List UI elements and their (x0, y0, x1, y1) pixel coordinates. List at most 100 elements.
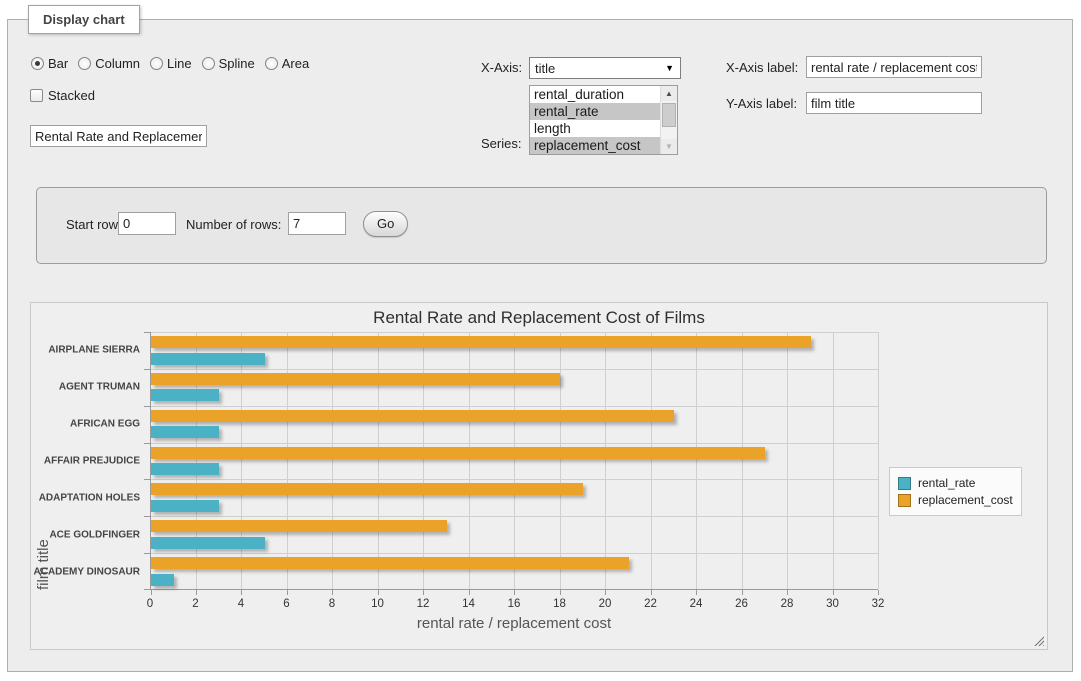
x-axis-tick (651, 590, 652, 595)
category-label: AFFAIR PREJUDICE (44, 456, 140, 467)
bar-rental_rate[interactable] (151, 389, 219, 401)
chart-title-input[interactable] (30, 125, 207, 147)
x-axis-selected-value: title (535, 61, 555, 76)
stacked-checkbox[interactable] (30, 89, 43, 102)
bar-replacement_cost[interactable] (151, 520, 447, 532)
y-axis-tick (144, 553, 150, 554)
resize-handle-icon[interactable] (1033, 635, 1044, 646)
stacked-label: Stacked (48, 88, 95, 103)
gridline-vertical (196, 332, 197, 589)
x-tick-label: 12 (417, 598, 430, 610)
radio-icon[interactable] (78, 57, 91, 70)
num-rows-input[interactable] (288, 212, 346, 235)
gridline-horizontal (151, 369, 878, 370)
gridline-horizontal (151, 406, 878, 407)
start-row-input[interactable] (118, 212, 176, 235)
x-axis-label-label: X-Axis label: (726, 60, 798, 75)
gridline-vertical (469, 332, 470, 589)
gridline-vertical (423, 332, 424, 589)
x-axis-tick (742, 590, 743, 595)
radio-icon[interactable] (150, 57, 163, 70)
gridline-horizontal (151, 516, 878, 517)
x-tick-label: 24 (690, 598, 703, 610)
x-axis-select-label: X-Axis: (481, 60, 522, 75)
x-tick-label: 2 (192, 598, 198, 610)
bar-rental_rate[interactable] (151, 426, 219, 438)
scroll-up-icon[interactable]: ▲ (661, 86, 677, 101)
chart-type-radio-area[interactable]: Area (265, 56, 309, 71)
x-tick-label: 22 (644, 598, 657, 610)
x-axis-tick (514, 590, 515, 595)
bar-replacement_cost[interactable] (151, 447, 765, 459)
x-axis-title: rental rate / replacement cost (150, 615, 878, 632)
y-axis-tick (144, 443, 150, 444)
y-axis-label-input[interactable] (806, 92, 982, 114)
bar-replacement_cost[interactable] (151, 557, 629, 569)
radio-icon[interactable] (265, 57, 278, 70)
gridline-vertical (651, 332, 652, 589)
legend-label: rental_rate (918, 476, 975, 490)
bar-rental_rate[interactable] (151, 463, 219, 475)
series-options: rental_durationrental_ratelengthreplacem… (530, 86, 660, 154)
gridline-horizontal (151, 479, 878, 480)
plot-area (150, 332, 878, 590)
y-axis-label-label: Y-Axis label: (726, 96, 797, 111)
chart-type-radio-bar[interactable]: Bar (31, 56, 68, 71)
bar-replacement_cost[interactable] (151, 336, 811, 348)
scrollbar-thumb[interactable] (662, 103, 676, 127)
legend-label: replacement_cost (918, 493, 1013, 507)
gridline-vertical (514, 332, 515, 589)
radio-label: Spline (219, 56, 255, 71)
bar-replacement_cost[interactable] (151, 410, 674, 422)
x-axis-tick (378, 590, 379, 595)
x-axis-tick (787, 590, 788, 595)
chart-type-radio-column[interactable]: Column (78, 56, 140, 71)
series-option-replacement_cost[interactable]: replacement_cost (530, 137, 660, 154)
bar-replacement_cost[interactable] (151, 373, 560, 385)
series-option-rental_duration[interactable]: rental_duration (530, 86, 660, 103)
go-button-label: Go (377, 216, 394, 231)
gridline-vertical (332, 332, 333, 589)
x-tick-label: 28 (781, 598, 794, 610)
radio-icon[interactable] (202, 57, 215, 70)
chart-container: Rental Rate and Replacement Cost of Film… (30, 302, 1048, 650)
scroll-down-icon[interactable]: ▼ (661, 139, 677, 154)
gridline-vertical (378, 332, 379, 589)
chart-type-radio-spline[interactable]: Spline (202, 56, 255, 71)
display-chart-tab-label: Display chart (43, 12, 125, 27)
x-axis-label-input[interactable] (806, 56, 982, 78)
category-label: ACADEMY DINOSAUR (34, 566, 141, 577)
radio-label: Column (95, 56, 140, 71)
radio-label: Area (282, 56, 309, 71)
bar-rental_rate[interactable] (151, 537, 265, 549)
x-tick-label: 16 (508, 598, 521, 610)
bar-replacement_cost[interactable] (151, 483, 583, 495)
display-chart-tab[interactable]: Display chart (28, 5, 140, 34)
bar-rental_rate[interactable] (151, 353, 265, 365)
stacked-checkbox-row[interactable]: Stacked (30, 88, 95, 103)
series-option-length[interactable]: length (530, 120, 660, 137)
y-axis-tick (144, 516, 150, 517)
bar-rental_rate[interactable] (151, 500, 219, 512)
category-label: AIRPLANE SIERRA (48, 345, 140, 356)
x-axis-tick (878, 590, 879, 595)
gridline-horizontal (151, 443, 878, 444)
y-axis-tick (144, 406, 150, 407)
chart-type-radio-line[interactable]: Line (150, 56, 192, 71)
gridline-vertical (833, 332, 834, 589)
gridline-vertical (287, 332, 288, 589)
chart-legend: rental_rate replacement_cost (889, 467, 1022, 516)
radio-icon[interactable] (31, 57, 44, 70)
category-label: ADAPTATION HOLES (39, 492, 140, 503)
series-scrollbar[interactable]: ▲ ▼ (660, 86, 677, 154)
radio-label: Line (167, 56, 192, 71)
x-tick-label: 30 (826, 598, 839, 610)
x-axis-select[interactable]: title ▼ (529, 57, 681, 79)
bar-rental_rate[interactable] (151, 574, 174, 586)
go-button[interactable]: Go (363, 211, 408, 237)
x-tick-label: 20 (599, 598, 612, 610)
x-axis-tick (196, 590, 197, 595)
series-option-rental_rate[interactable]: rental_rate (530, 103, 660, 120)
series-multiselect[interactable]: rental_durationrental_ratelengthreplacem… (529, 85, 678, 155)
legend-swatch-icon (898, 494, 911, 507)
